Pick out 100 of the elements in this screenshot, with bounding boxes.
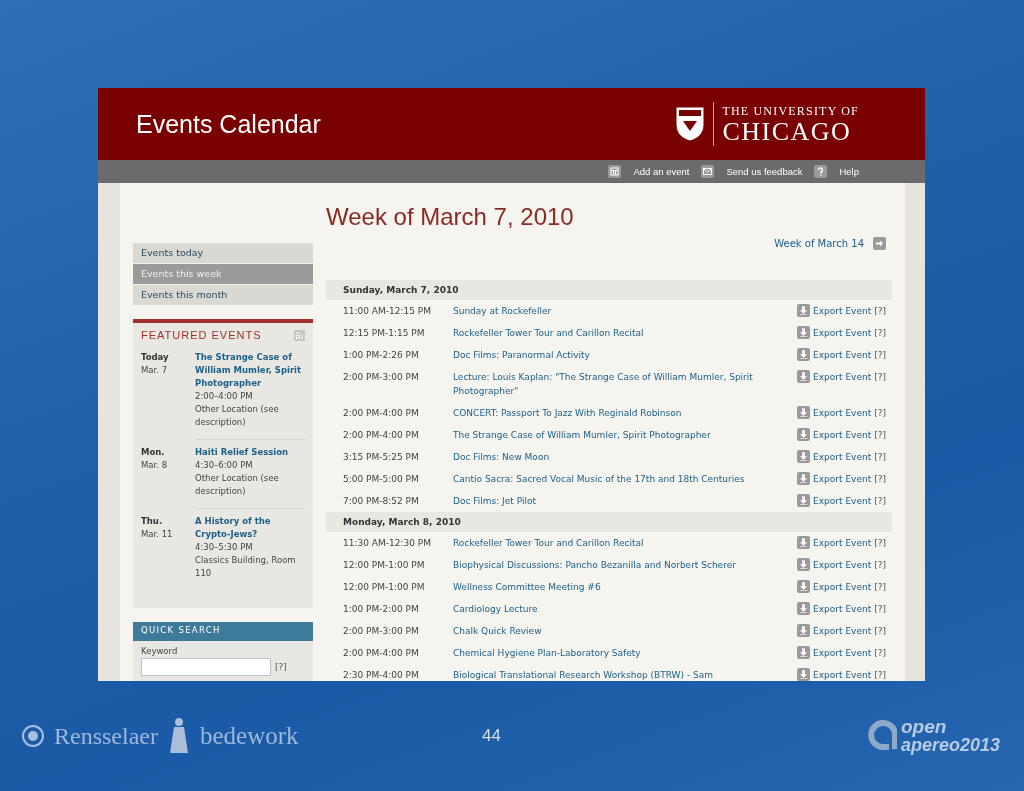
section-title: QUICK SEARCH — [133, 622, 313, 641]
download-icon — [797, 472, 811, 485]
date-label: Mar. 8 — [141, 459, 169, 472]
help-link[interactable]: [?] — [874, 559, 886, 570]
event-link[interactable]: The Strange Case of William Mumler, Spirit Photographer — [453, 428, 783, 442]
help-link[interactable]: [?] — [874, 495, 886, 506]
event-time: 2:00 PM-3:00 PM — [343, 371, 420, 384]
event-time: 1:00 PM-2:26 PM — [343, 349, 420, 362]
export-link[interactable]: Export Event — [813, 349, 872, 360]
event-time: 1:00 PM-2:00 PM — [343, 603, 420, 616]
day-heading: Sunday, March 7, 2010 — [326, 280, 892, 300]
event-link[interactable]: Rockefeller Tower Tour and Carillon Recital — [453, 536, 783, 550]
section-title: FEATURED EVENTS — [141, 329, 262, 341]
help-icon — [814, 165, 828, 178]
download-icon — [797, 602, 811, 615]
help-link[interactable]: [?] — [874, 305, 886, 316]
event-link[interactable]: CONCERT: Passport To Jazz With Reginald Robinson — [453, 406, 783, 420]
date-label: Mar. 11 — [141, 528, 174, 541]
help-link[interactable]: [?] — [874, 537, 886, 548]
download-icon — [797, 428, 811, 441]
export-link[interactable]: Export Event — [813, 305, 872, 316]
export-link[interactable]: Export Event — [813, 451, 872, 462]
event-link[interactable]: Doc Films: Jet Pilot — [453, 494, 783, 508]
event-time: 11:00 AM-12:15 PM — [343, 305, 432, 318]
help-link[interactable]: [?] — [874, 451, 886, 462]
event-location: Classics Building, Room 110 — [195, 554, 297, 580]
arrow-right-icon — [873, 237, 886, 250]
export-link[interactable]: Export Event — [813, 625, 872, 636]
export-link[interactable]: Export Event — [813, 647, 872, 658]
download-icon — [797, 580, 811, 593]
download-icon — [797, 406, 811, 419]
help-link[interactable]: [?] — [275, 662, 287, 672]
logo-text: apereo2013 — [900, 736, 1000, 754]
help-link[interactable]: [?] — [874, 669, 886, 680]
help-link[interactable]: [?] — [874, 581, 886, 592]
envelope-icon — [701, 165, 715, 178]
download-icon — [797, 558, 811, 571]
rss-icon[interactable] — [294, 329, 305, 341]
toolbar-link[interactable]: Help — [839, 166, 859, 177]
help-link[interactable]: [?] — [874, 407, 886, 418]
export-link[interactable]: Export Event — [813, 495, 872, 506]
help-link[interactable]: [?] — [874, 371, 886, 382]
help-link[interactable]: [?] — [874, 473, 886, 484]
event-link[interactable]: Chalk Quick Review — [453, 624, 783, 638]
next-week-link[interactable]: Week of March 14 — [774, 238, 864, 249]
export-link[interactable]: Export Event — [813, 669, 872, 680]
event-time: 5:00 PM-5:00 PM — [343, 473, 420, 486]
event-link[interactable]: A History of the Crypto-Jews? — [195, 515, 305, 541]
export-link[interactable]: Export Event — [813, 371, 872, 382]
field-label: Keyword — [141, 645, 179, 658]
help-link[interactable]: [?] — [874, 349, 886, 360]
event-time: 2:00 PM-4:00 PM — [343, 429, 420, 442]
event-link[interactable]: Lecture: Louis Kaplan: "The Strange Case of William Mumler, Spirit Photographer" — [453, 370, 783, 398]
export-link[interactable]: Export Event — [813, 603, 872, 614]
help-link[interactable]: [?] — [874, 327, 886, 338]
event-link[interactable]: Doc Films: Paranormal Activity — [453, 348, 783, 362]
event-link[interactable]: Sunday at Rockefeller — [453, 304, 783, 318]
event-link[interactable]: Cantio Sacra: Sacred Vocal Music of the 17th and 18th Centuries — [453, 472, 783, 486]
export-link[interactable]: Export Event — [813, 559, 872, 570]
download-icon — [797, 624, 811, 637]
event-link[interactable]: Doc Films: New Moon — [453, 450, 783, 464]
event-time: 4:30–6:00 PM — [195, 459, 254, 472]
event-link[interactable]: Biological Translational Research Workshop (BTRW) - Sam — [453, 668, 783, 681]
seal-icon — [22, 725, 44, 747]
event-time: 11:30 AM-12:30 PM — [343, 537, 432, 550]
keyword-field[interactable] — [141, 658, 271, 676]
download-icon — [797, 494, 811, 507]
day-label: Thu. — [141, 515, 164, 528]
download-icon — [797, 646, 811, 659]
event-time: 2:00 PM-3:00 PM — [343, 625, 420, 638]
week-heading: Week of March 7, 2010 — [326, 203, 575, 231]
logo-icon — [866, 719, 897, 753]
export-link[interactable]: Export Event — [813, 327, 872, 338]
toolbar-link[interactable]: Add an event — [633, 166, 690, 177]
help-link[interactable]: [?] — [874, 625, 886, 636]
logo-text: Rensselaer — [54, 722, 158, 750]
help-link[interactable]: [?] — [874, 647, 886, 658]
event-link[interactable]: The Strange Case of William Mumler, Spirit Photographer — [195, 351, 305, 390]
nav-item[interactable]: Events this month — [133, 285, 313, 305]
day-label: Mon. — [141, 446, 166, 459]
event-time: 2:30 PM-4:00 PM — [343, 669, 420, 681]
download-icon — [797, 304, 811, 317]
export-link[interactable]: Export Event — [813, 581, 872, 592]
event-link[interactable]: Biophysical Discussions: Pancho Bezanilla and Norbert Scherer — [453, 558, 783, 572]
event-link[interactable]: Rockefeller Tower Tour and Carillon Recital — [453, 326, 783, 340]
toolbar-link[interactable]: Send us feedback — [726, 166, 803, 177]
nav-item[interactable]: Events today — [133, 243, 313, 263]
help-link[interactable]: [?] — [874, 603, 886, 614]
help-link[interactable]: [?] — [874, 429, 886, 440]
event-time: 12:00 PM-1:00 PM — [343, 559, 426, 572]
export-link[interactable]: Export Event — [813, 429, 872, 440]
event-link[interactable]: Chemical Hygiene Plan-Laboratory Safety — [453, 646, 783, 660]
calendar-icon — [608, 165, 622, 178]
event-link[interactable]: Cardiology Lecture — [453, 602, 783, 616]
logo-text: THE UNIVERSITY OF — [722, 103, 859, 119]
export-link[interactable]: Export Event — [813, 537, 872, 548]
export-link[interactable]: Export Event — [813, 473, 872, 484]
export-link[interactable]: Export Event — [813, 407, 872, 418]
event-link[interactable]: Wellness Committee Meeting #6 — [453, 580, 783, 594]
event-link[interactable]: Haiti Relief Session — [195, 446, 305, 459]
